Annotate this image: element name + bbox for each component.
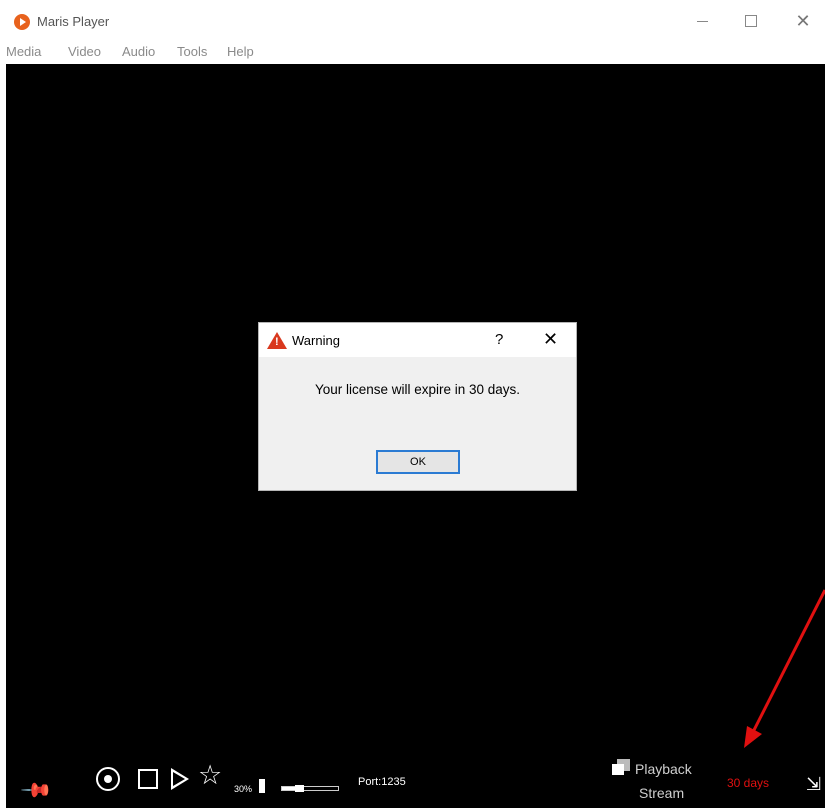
ok-button[interactable]: OK (376, 450, 460, 474)
license-days-remaining: 30 days (727, 776, 770, 790)
warning-icon: ! (267, 332, 287, 349)
play-button[interactable] (171, 768, 189, 790)
menu-bar: Media Video Audio Tools Help (0, 42, 825, 64)
minimize-button[interactable] (688, 8, 718, 34)
menu-media[interactable]: Media (6, 44, 41, 59)
dialog-message: Your license will expire in 30 days. (314, 382, 521, 397)
resize-handle-icon[interactable]: ⇲ (806, 774, 821, 795)
close-window-button[interactable]: ✕ (788, 8, 818, 34)
menu-audio[interactable]: Audio (122, 44, 155, 59)
window-title: Maris Player (37, 14, 110, 29)
menu-video[interactable]: Video (68, 44, 101, 59)
app-logo-icon (14, 14, 30, 30)
volume-percent: 30% (234, 784, 253, 794)
volume-slider[interactable] (281, 785, 339, 792)
record-button[interactable] (96, 767, 120, 791)
dialog-title-bar: ! Warning ? ✕ (259, 323, 576, 357)
warning-dialog: ! Warning ? ✕ Your license will expire i… (258, 322, 577, 491)
menu-help[interactable]: Help (227, 44, 254, 59)
stream-label[interactable]: Stream (639, 785, 684, 801)
dialog-help-button[interactable]: ? (495, 331, 503, 348)
speaker-icon[interactable] (259, 779, 265, 793)
dialog-title: Warning (292, 333, 340, 348)
favorite-star-icon[interactable]: ☆ (198, 760, 222, 790)
port-label: Port:1235 (358, 776, 406, 788)
menu-tools[interactable]: Tools (177, 44, 207, 59)
dialog-close-button[interactable]: ✕ (543, 329, 558, 350)
title-bar: Maris Player ✕ (0, 0, 825, 42)
volume-thumb[interactable] (294, 785, 304, 792)
playback-stream-icon[interactable] (612, 759, 630, 775)
playback-label[interactable]: Playback (635, 761, 692, 777)
maximize-button[interactable] (736, 8, 766, 34)
stop-button[interactable] (138, 769, 158, 789)
control-bar: 📌 ☆ 30% Port:1235 Playback Stream 30 day… (6, 744, 825, 808)
pin-icon[interactable]: 📌 (19, 773, 54, 808)
